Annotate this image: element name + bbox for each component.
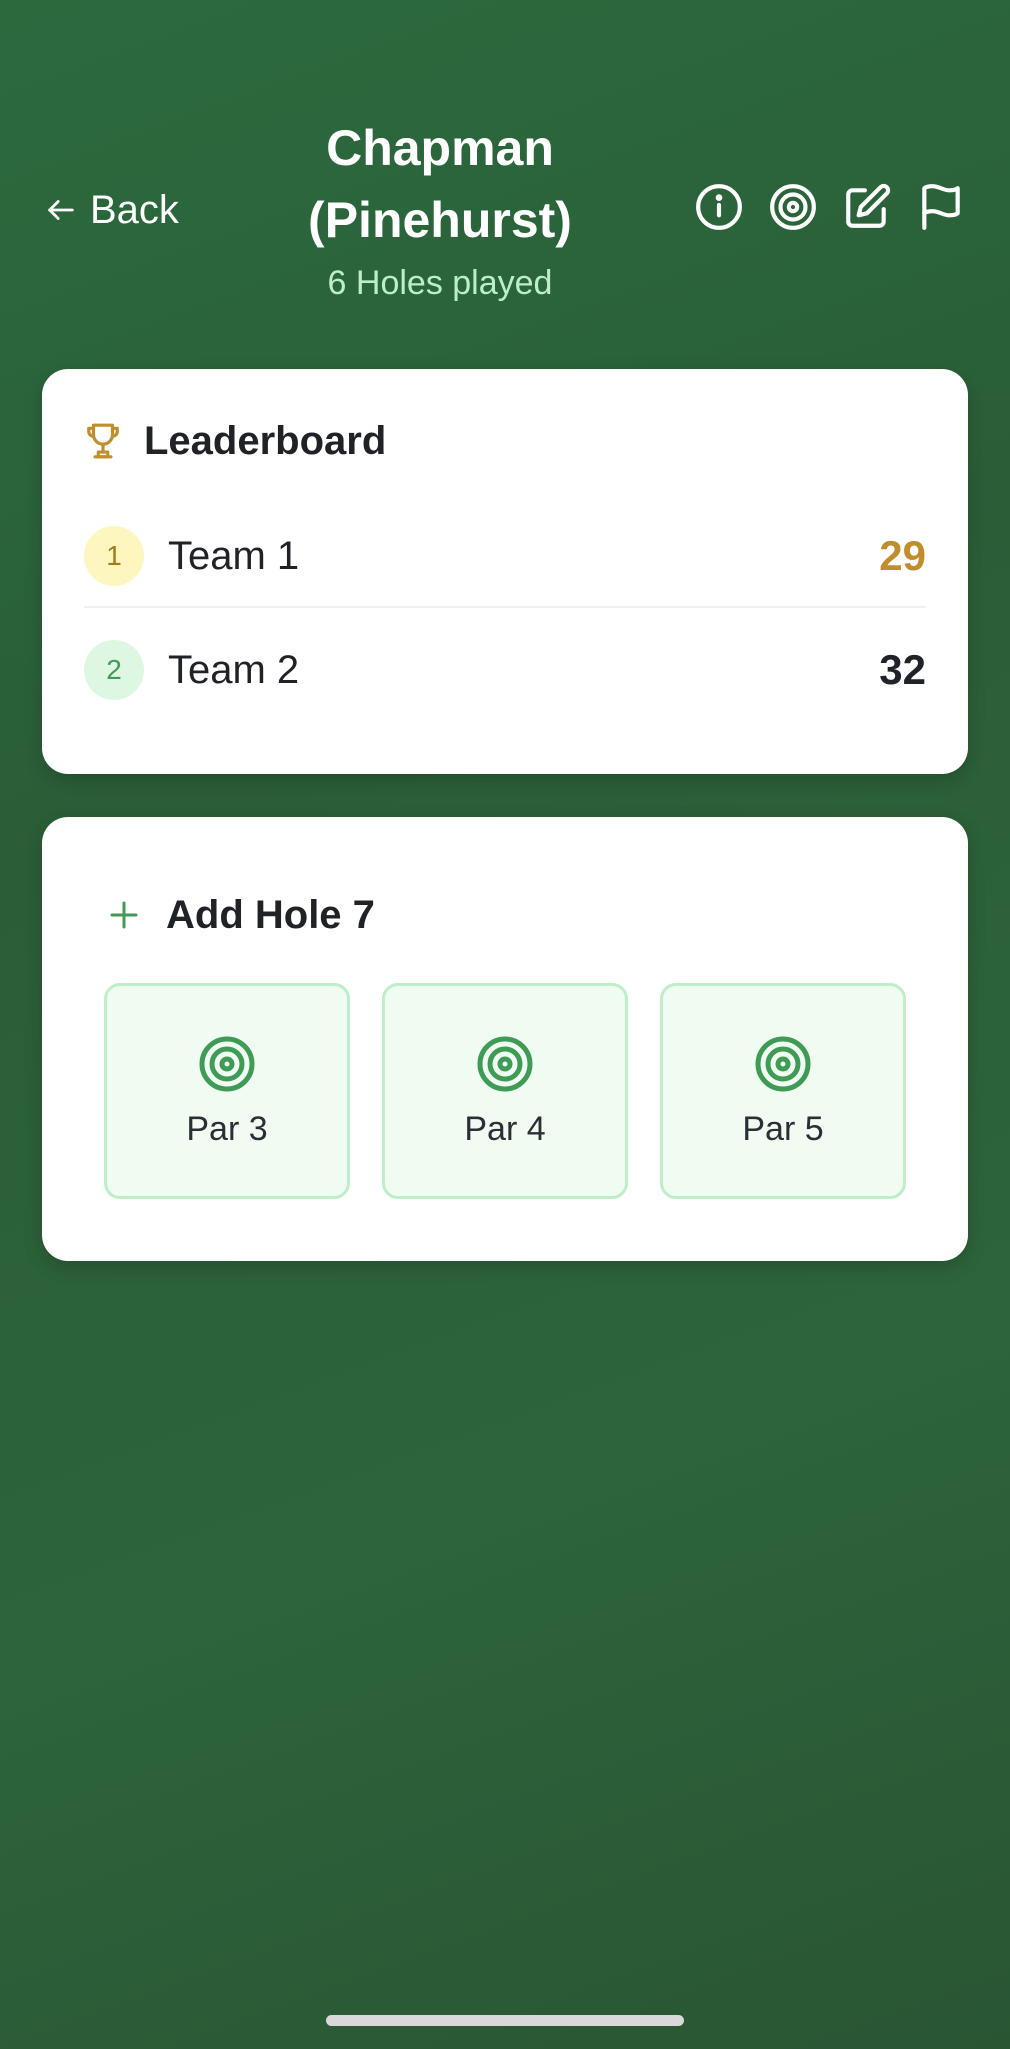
leaderboard-row[interactable]: 2 Team 2 32 (84, 610, 926, 730)
plus-icon (110, 901, 138, 929)
par-5-button[interactable]: Par 5 (660, 983, 906, 1199)
rank-badge: 1 (84, 526, 144, 586)
header-actions (694, 182, 966, 232)
home-indicator[interactable] (326, 2015, 684, 2026)
edit-button[interactable] (842, 182, 892, 232)
par-label: Par 4 (464, 1109, 546, 1148)
leaderboard-header: Leaderboard (84, 417, 386, 465)
leaderboard-row[interactable]: 1 Team 1 29 (84, 506, 926, 608)
team-score: 32 (879, 646, 926, 693)
leaderboard-card: Leaderboard 1 Team 1 29 2 Team 2 32 (42, 369, 968, 774)
add-hole-title: Add Hole 7 (166, 892, 375, 937)
par-4-button[interactable]: Par 4 (382, 983, 628, 1199)
par-3-button[interactable]: Par 3 (104, 983, 350, 1199)
top-bar: Back Chapman (Pinehurst) 6 Holes played (0, 0, 1010, 330)
course-location: (Pinehurst) (308, 192, 572, 248)
target-button[interactable] (768, 182, 818, 232)
holes-played: 6 Holes played (327, 264, 553, 302)
team-name: Team 1 (168, 533, 300, 578)
flag-button[interactable] (916, 182, 966, 232)
leaderboard-title: Leaderboard (144, 418, 387, 463)
target-icon (477, 1036, 533, 1091)
arrow-left-icon (48, 200, 74, 220)
rank-badge: 2 (84, 640, 144, 700)
par-label: Par 3 (186, 1109, 268, 1148)
course-name: Chapman (326, 120, 554, 176)
page-title: Chapman (Pinehurst) 6 Holes played (240, 112, 640, 306)
edit-icon (846, 183, 891, 228)
back-button[interactable]: Back (44, 182, 179, 238)
team-name: Team 2 (168, 647, 300, 692)
flag-icon (922, 184, 960, 230)
back-label: Back (90, 187, 179, 232)
par-label: Par 5 (742, 1109, 824, 1148)
par-options: Par 3 Par 4 Par 5 (104, 983, 906, 1199)
add-hole-header: Add Hole 7 (106, 885, 375, 945)
add-hole-card: Add Hole 7 Par 3 Par 4 Par 5 (42, 817, 968, 1261)
team-score: 29 (879, 532, 926, 579)
target-icon (199, 1036, 255, 1091)
trophy-icon (87, 423, 119, 459)
target-icon (755, 1036, 811, 1091)
target-icon (770, 184, 816, 230)
info-icon (696, 184, 742, 230)
info-button[interactable] (694, 182, 744, 232)
